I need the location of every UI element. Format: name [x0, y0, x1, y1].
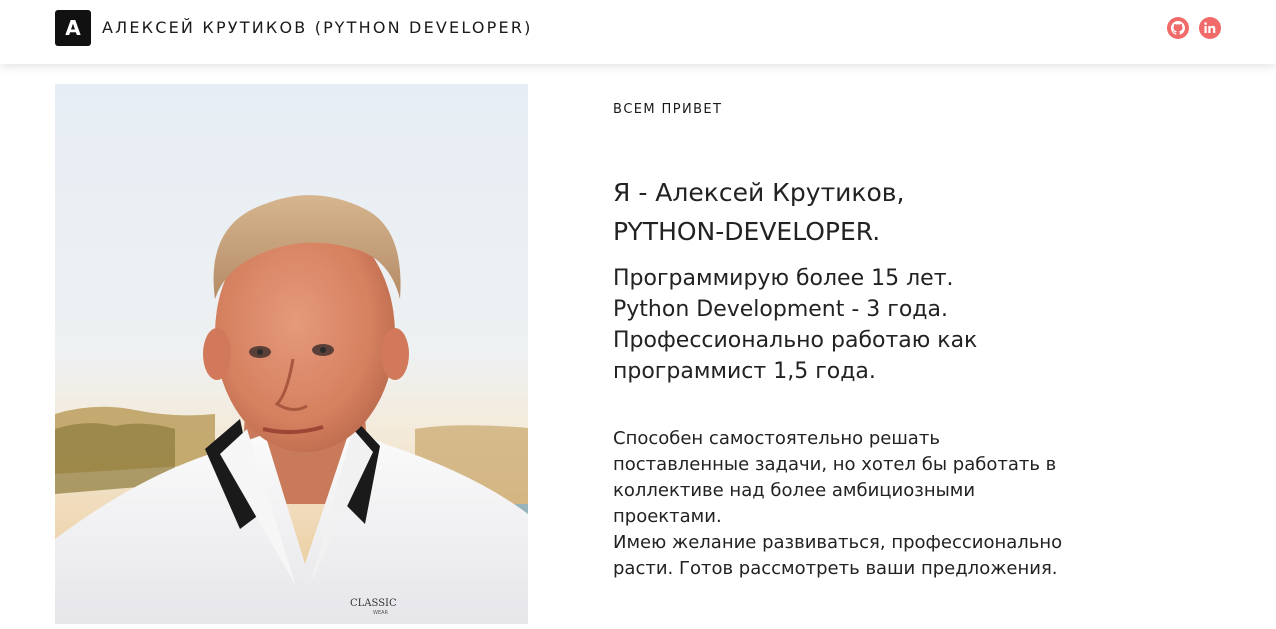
- experience-line: Python Development - 3 года.: [613, 297, 948, 322]
- about-line: коллективе над более амбициозными: [613, 480, 976, 501]
- linkedin-icon: [1204, 22, 1216, 33]
- site-title[interactable]: АЛЕКСЕЙ КРУТИКОВ (PYTHON DEVELOPER): [102, 18, 533, 37]
- shirt-print: CLASSIC: [350, 598, 397, 609]
- greeting: ВСЕМ ПРИВЕТ: [613, 102, 723, 117]
- about-line: Имею желание развиваться, профессиональн…: [613, 532, 1063, 553]
- headline-line: Я - Алексей Крутиков,: [613, 178, 905, 207]
- profile-photo: CLASSIC WEAR: [55, 84, 528, 624]
- github-icon: [1171, 21, 1185, 35]
- headline: Я - Алексей Крутиков, PYTHON-DEVELOPER.: [613, 173, 904, 251]
- experience-text: Программирую более 15 лет. Python Develo…: [613, 263, 977, 387]
- about-line: Способен самостоятельно решать: [613, 428, 940, 449]
- shirt-print-sub: WEAR: [373, 610, 389, 616]
- experience-line: Профессионально работаю как: [613, 328, 978, 353]
- logo[interactable]: A: [55, 10, 91, 46]
- experience-line: программист 1,5 года.: [613, 359, 876, 384]
- headline-line: PYTHON-DEVELOPER.: [613, 217, 881, 246]
- linkedin-link[interactable]: [1199, 17, 1221, 39]
- about-line: поставленные задачи, но хотел бы работат…: [613, 454, 1057, 475]
- about-line: расти. Готов рассмотреть ваши предложени…: [613, 558, 1058, 579]
- about-text: Способен самостоятельно решать поставлен…: [613, 426, 1062, 582]
- experience-line: Программирую более 15 лет.: [613, 266, 954, 291]
- github-link[interactable]: [1167, 17, 1189, 39]
- about-line: проектами.: [613, 506, 722, 527]
- site-header: A АЛЕКСЕЙ КРУТИКОВ (PYTHON DEVELOPER): [0, 0, 1276, 64]
